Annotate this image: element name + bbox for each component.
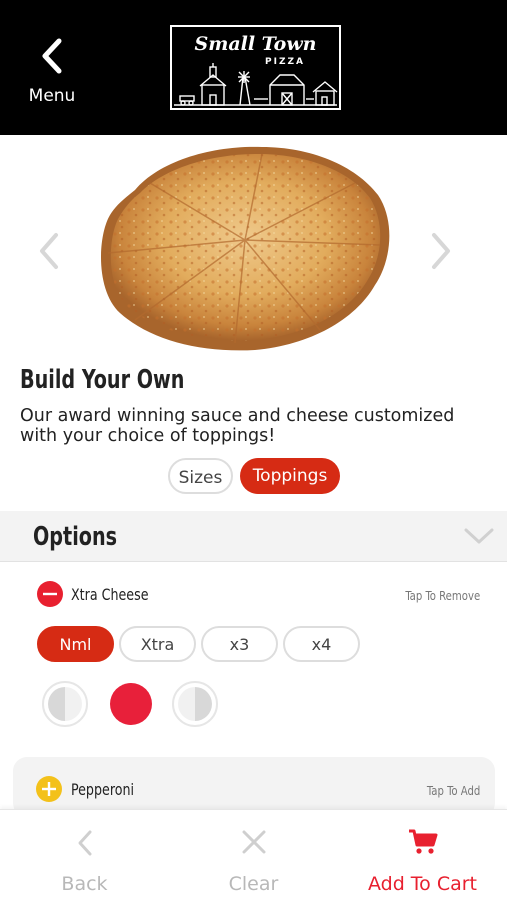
options-section-header[interactable]: Options: [0, 511, 507, 562]
product-title: Build Your Own: [20, 365, 185, 395]
topping-row-xtra-cheese[interactable]: Xtra Cheese Tap To Remove: [0, 580, 507, 610]
left-half-circle-icon: [42, 681, 88, 727]
topping-name: Pepperoni: [71, 780, 135, 799]
amount-x4-button[interactable]: x4: [283, 626, 360, 662]
back-button[interactable]: Back: [0, 810, 169, 901]
product-tabs: Sizes Toppings: [0, 458, 507, 498]
plus-circle-icon: [36, 776, 62, 802]
amount-xtra-button[interactable]: Xtra: [119, 626, 196, 662]
bottom-action-bar: Back Clear Add To Cart: [0, 809, 507, 901]
clear-label: Clear: [228, 873, 279, 895]
topping-row-pepperoni[interactable]: Pepperoni Tap To Add: [13, 757, 495, 817]
minus-circle-icon: [37, 581, 63, 607]
tap-to-remove-hint: Tap To Remove: [405, 588, 480, 603]
left-half-portion-button[interactable]: [42, 681, 88, 727]
tab-sizes[interactable]: Sizes: [168, 458, 233, 494]
back-label: Back: [61, 873, 108, 895]
chevron-down-icon: [464, 528, 494, 544]
shopping-cart-icon: [408, 829, 437, 854]
add-to-cart-button[interactable]: Add To Cart: [338, 810, 507, 901]
chevron-right-icon: [432, 233, 450, 269]
right-half-circle-icon: [172, 681, 218, 727]
product-image-carousel: [0, 135, 507, 360]
right-half-portion-button[interactable]: [172, 681, 218, 727]
whole-circle-icon: [109, 682, 153, 726]
app-header: Menu Small Town PIZZA: [0, 0, 507, 135]
product-description: Our award winning sauce and cheese custo…: [20, 406, 455, 446]
whole-portion-button[interactable]: [108, 681, 154, 727]
options-title: Options: [33, 522, 118, 552]
tap-to-add-hint: Tap To Add: [426, 783, 480, 798]
amount-nml-button[interactable]: Nml: [37, 626, 114, 662]
menu-back-label: Menu: [28, 86, 76, 106]
amount-x3-button[interactable]: x3: [201, 626, 278, 662]
clear-button[interactable]: Clear: [169, 810, 338, 901]
small-town-pizza-logo: Small Town PIZZA: [170, 25, 341, 110]
add-to-cart-label: Add To Cart: [367, 873, 478, 895]
remove-topping-button[interactable]: [37, 581, 63, 607]
close-icon: [242, 830, 265, 854]
farm-skyline-icon: [174, 63, 338, 106]
topping-name: Xtra Cheese: [71, 585, 149, 604]
logo-title: Small Town: [194, 33, 317, 55]
next-image-button[interactable]: [428, 231, 454, 271]
add-topping-button[interactable]: [36, 776, 62, 802]
chevron-left-icon: [42, 38, 62, 74]
chevron-left-icon: [78, 830, 91, 856]
tab-toppings[interactable]: Toppings: [240, 458, 340, 494]
menu-back-button[interactable]: Menu: [22, 38, 82, 110]
